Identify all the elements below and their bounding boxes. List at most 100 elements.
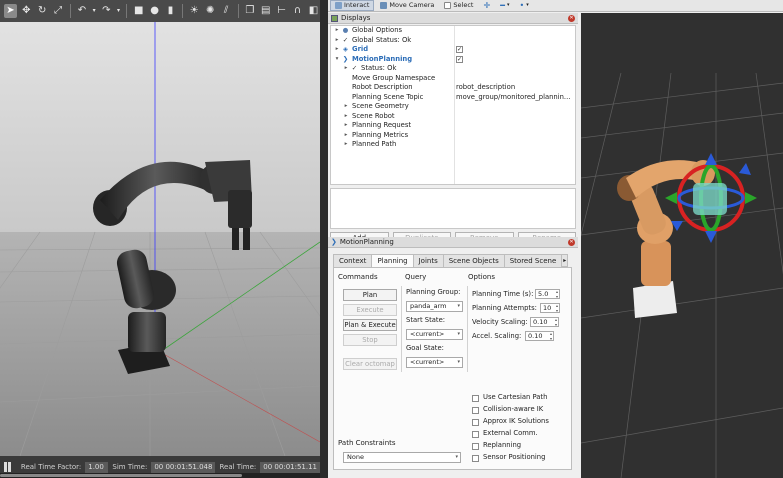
undo-icon[interactable]: ↶: [75, 4, 88, 18]
planning-time-label: Planning Time (s):: [472, 290, 534, 298]
tab-context[interactable]: Context: [333, 254, 373, 267]
tree-row[interactable]: ▸ ✓ Global Status: Ok: [331, 35, 575, 46]
spin-arrows-icon[interactable]: ▴ ▾: [556, 289, 558, 299]
close-icon[interactable]: ✕: [568, 15, 575, 22]
snap-icon[interactable]: ∩: [291, 4, 304, 18]
pose-tool[interactable]: • ▾: [516, 0, 533, 11]
use-cartesian-path-checkbox[interactable]: [472, 395, 479, 402]
pause-icon[interactable]: [4, 462, 11, 472]
focus-camera-tool[interactable]: ✛: [479, 0, 494, 11]
gazebo-3d-viewport[interactable]: [0, 22, 320, 456]
collapsed-arrow-icon[interactable]: ▸: [343, 121, 349, 131]
tab-joints[interactable]: Joints: [412, 254, 444, 267]
spin-arrows-icon[interactable]: ▴ ▾: [555, 317, 557, 327]
external-comm-checkbox[interactable]: [472, 431, 479, 438]
collapsed-arrow-icon[interactable]: ▸: [334, 36, 340, 46]
tree-row[interactable]: Move Group Namespace: [331, 74, 575, 84]
cylinder-icon[interactable]: ▮: [164, 4, 177, 18]
accel-scaling-spinbox[interactable]: 0.10 ▴ ▾: [525, 331, 554, 341]
tree-row[interactable]: ▸ ● Global Options: [331, 26, 575, 36]
path-constraints-value: None: [347, 453, 364, 461]
align-icon[interactable]: ⊢: [275, 4, 288, 18]
plan-button[interactable]: Plan: [343, 289, 397, 301]
collapsed-arrow-icon[interactable]: ▸: [334, 26, 340, 36]
collapsed-arrow-icon[interactable]: ▸: [343, 112, 349, 122]
paste-icon[interactable]: ▤: [259, 4, 272, 18]
planning-group-select[interactable]: panda_arm ▾: [406, 301, 463, 312]
spin-arrows-icon[interactable]: ▴ ▾: [556, 303, 558, 313]
start-state-label: Start State:: [406, 316, 446, 324]
view-angle-icon[interactable]: ◧: [307, 4, 320, 18]
measure-tool[interactable]: ━ ▾: [496, 0, 513, 11]
plan-and-execute-button[interactable]: Plan & Execute: [343, 319, 397, 331]
redo-icon[interactable]: ↷: [100, 4, 113, 18]
check-icon: ✓: [342, 35, 349, 44]
tree-row[interactable]: Robot Description robot_description: [331, 83, 575, 93]
tab-scroll-right-icon[interactable]: ▸: [561, 254, 569, 267]
sun-icon[interactable]: ☀: [188, 4, 201, 18]
window-divider: [320, 0, 328, 478]
expanded-arrow-icon[interactable]: ▾: [334, 55, 340, 65]
planning-group-value: panda_arm: [410, 302, 447, 310]
gazebo-scrollbar-thumb[interactable]: [0, 474, 242, 477]
tree-row[interactable]: ▸ Planned Path: [331, 140, 575, 150]
tree-row-value[interactable]: robot_description: [456, 83, 575, 93]
enabled-checkbox[interactable]: ✓: [456, 55, 463, 63]
collision-aware-ik-checkbox[interactable]: [472, 407, 479, 414]
box-icon[interactable]: ■: [132, 4, 145, 18]
spin-arrows-icon[interactable]: ▴ ▾: [550, 331, 552, 341]
tree-row[interactable]: ▸ Planning Request: [331, 121, 575, 131]
collapsed-arrow-icon[interactable]: ▸: [343, 131, 349, 141]
stop-button[interactable]: Stop: [343, 334, 397, 346]
displays-tree[interactable]: ▸ ● Global Options ▸ ✓ Global Status: Ok ▸ ◈ Gri…: [330, 25, 576, 185]
tab-stored-scene[interactable]: Stored Scene: [503, 254, 563, 267]
path-constraints-select[interactable]: None ▾: [343, 452, 461, 463]
move-camera-tool[interactable]: Move Camera: [376, 0, 438, 11]
tool-dropdown-icon[interactable]: ▾: [507, 0, 510, 11]
minus-icon: ━: [500, 1, 505, 10]
tool-dropdown-icon[interactable]: ▾: [526, 0, 529, 11]
sensor-positioning-checkbox[interactable]: [472, 455, 479, 462]
tree-row[interactable]: ▾ ❯ MotionPlanning ✓: [331, 55, 575, 65]
collapsed-arrow-icon[interactable]: ▸: [343, 140, 349, 150]
tree-row-value[interactable]: move_group/monitored_plannin...: [456, 93, 575, 103]
move-icon[interactable]: ✥: [20, 4, 33, 18]
planning-attempts-label: Planning Attempts:: [472, 304, 537, 312]
tree-row[interactable]: ▸ Planning Metrics: [331, 131, 575, 141]
approx-ik-solutions-checkbox[interactable]: [472, 419, 479, 426]
goal-state-select[interactable]: <current> ▾: [406, 357, 463, 368]
tree-row[interactable]: ▸ Scene Geometry: [331, 102, 575, 112]
enabled-checkbox[interactable]: ✓: [456, 46, 463, 53]
collapsed-arrow-icon[interactable]: ▸: [343, 102, 349, 112]
tree-row[interactable]: ▸ Scene Robot: [331, 112, 575, 122]
rotate-icon[interactable]: ↻: [36, 4, 49, 18]
collapsed-arrow-icon[interactable]: ▸: [334, 45, 340, 55]
replanning-checkbox[interactable]: [472, 443, 479, 450]
redo-dropdown-icon[interactable]: ▾: [116, 4, 122, 18]
tab-planning[interactable]: Planning: [371, 254, 414, 268]
rviz-3d-viewport[interactable]: [581, 13, 783, 478]
execute-button[interactable]: Execute: [343, 304, 397, 316]
directional-light-icon[interactable]: ⫽: [220, 4, 233, 18]
tree-row[interactable]: ▸ ◈ Grid ✓: [331, 45, 575, 55]
velocity-scaling-spinbox[interactable]: 0.10 ▴ ▾: [530, 317, 559, 327]
planning-attempts-spinbox[interactable]: 10 ▴ ▾: [540, 303, 560, 313]
clear-octomap-button[interactable]: Clear octomap: [343, 358, 397, 370]
copy-icon[interactable]: ❐: [243, 4, 256, 18]
spot-light-icon[interactable]: ✺: [204, 4, 217, 18]
planning-time-spinbox[interactable]: 5.0 ▴ ▾: [535, 289, 560, 299]
select-tool[interactable]: Select: [440, 0, 477, 11]
start-state-select[interactable]: <current> ▾: [406, 329, 463, 340]
scale-icon[interactable]: ⤢: [52, 4, 65, 18]
tree-row[interactable]: ▸ ✓ Status: Ok: [331, 64, 575, 74]
select-arrow-icon[interactable]: ➤: [4, 4, 17, 18]
interact-tool[interactable]: Interact: [330, 0, 375, 11]
collapsed-arrow-icon[interactable]: ▸: [343, 64, 349, 74]
undo-dropdown-icon[interactable]: ▾: [91, 4, 97, 18]
tree-row[interactable]: Planning Scene Topic move_group/monitored…: [331, 93, 575, 103]
close-icon[interactable]: ✕: [568, 239, 575, 246]
tab-scene-objects[interactable]: Scene Objects: [442, 254, 505, 267]
sphere-icon[interactable]: ●: [148, 4, 161, 18]
sensor-positioning-label: Sensor Positioning: [483, 453, 546, 461]
interact-label: Interact: [344, 1, 370, 9]
